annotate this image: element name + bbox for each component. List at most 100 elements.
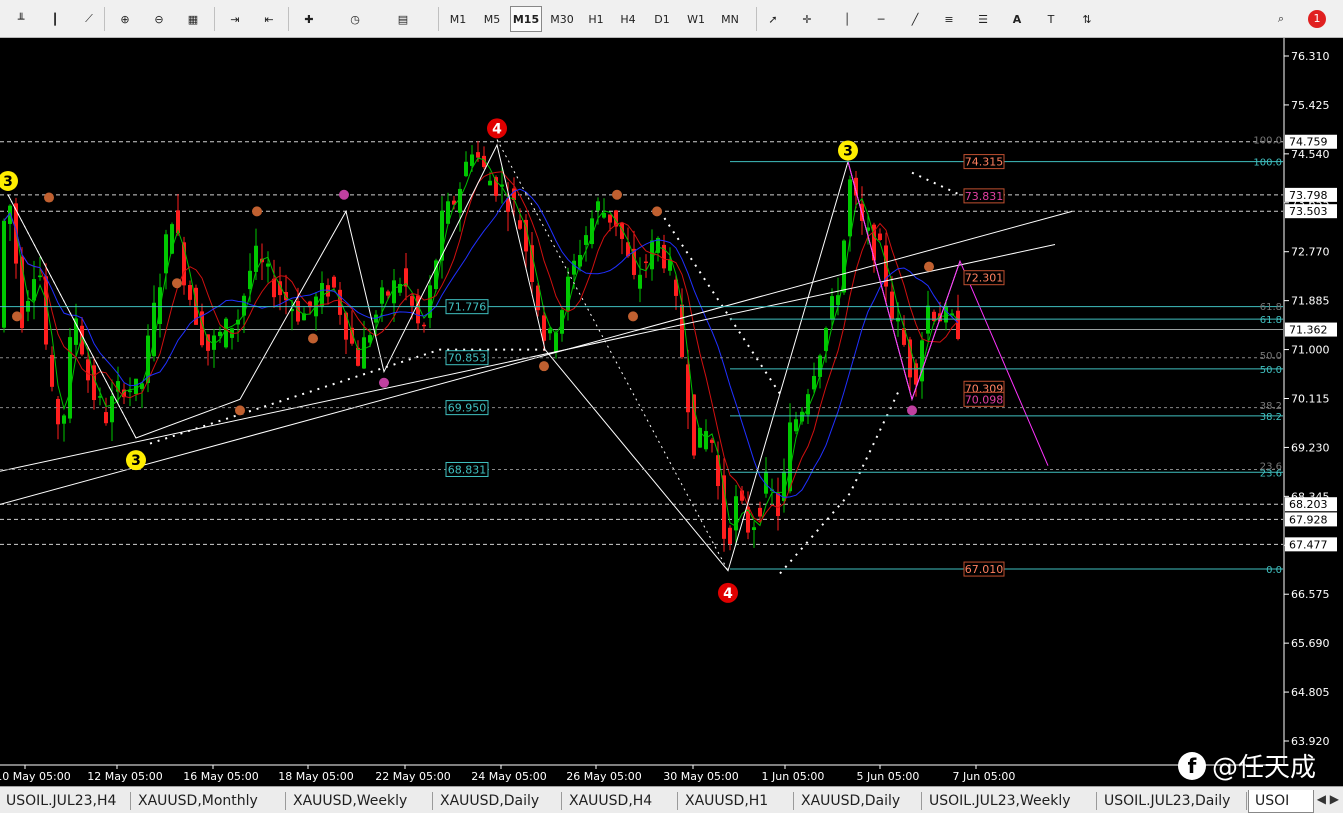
candle-body: [38, 275, 42, 278]
time-tick-label: 7 Jun 05:00: [953, 770, 1016, 783]
toolbar-separator: [214, 7, 215, 31]
chart-tab[interactable]: XAUUSD,Daily: [795, 790, 906, 812]
wave-count-label: 3: [843, 144, 853, 160]
chart-tab[interactable]: USOI: [1248, 790, 1314, 813]
search-icon[interactable]: ⌕: [1268, 6, 1294, 32]
candle-body: [704, 431, 708, 450]
wave-count-label: 4: [492, 121, 502, 137]
candle-body: [608, 214, 612, 223]
clock-icon[interactable]: ◷: [342, 6, 368, 32]
arrows-icon[interactable]: ⇅: [1074, 6, 1100, 32]
chart-tab[interactable]: USOIL.JUL23,Daily: [1098, 790, 1236, 812]
candle-body: [68, 337, 72, 419]
chart-tab[interactable]: XAUUSD,Monthly: [132, 790, 264, 812]
cursor-icon[interactable]: ➚: [760, 6, 786, 32]
candlestick-icon[interactable]: ┃: [42, 6, 68, 32]
price-chart[interactable]: 71.776 70.853 69.950 68.831 100.0 61.8 50.0 38.…: [0, 38, 1343, 786]
chart-tab[interactable]: XAUUSD,H1: [679, 790, 774, 812]
candle-body: [638, 274, 642, 289]
candle-body: [542, 315, 546, 341]
notification-icon[interactable]: 1: [1306, 6, 1328, 32]
price-tick-label: 71.000: [1291, 344, 1330, 357]
bar-chart-icon[interactable]: ╨: [8, 6, 34, 32]
text-tool-button[interactable]: A: [1004, 6, 1030, 32]
timeframe-m30-button[interactable]: M30: [546, 6, 578, 32]
chart-tab[interactable]: USOIL.JUL23,H4: [0, 790, 122, 812]
tab-scroll-arrows-icon[interactable]: ◀ ▶: [1317, 792, 1339, 806]
tile-windows-icon[interactable]: ▦: [180, 6, 206, 32]
timeframe-m5-button[interactable]: M5: [476, 6, 508, 32]
fib-level-label: 68.831: [448, 463, 487, 476]
timeframe-mn-button[interactable]: MN: [714, 6, 746, 32]
price-highlight-label: 67.477: [1289, 538, 1328, 551]
crosshair-icon[interactable]: ✛: [794, 6, 820, 32]
tab-separator: [432, 792, 433, 810]
timeframe-m1-button[interactable]: M1: [442, 6, 474, 32]
horizontal-line-icon[interactable]: ─: [868, 6, 894, 32]
fib-retracement-ghost-label: 100.0: [1253, 135, 1282, 146]
toolbar-separator: [756, 7, 757, 31]
price-tick-label: 74.540: [1291, 148, 1330, 161]
candle-body: [242, 295, 246, 316]
candle-body: [464, 161, 468, 177]
candle-body: [956, 310, 960, 339]
chart-tab[interactable]: XAUUSD,Weekly: [287, 790, 413, 812]
candle-body: [62, 415, 66, 424]
notification-badge: 1: [1308, 10, 1326, 28]
fibonacci-icon[interactable]: ≡: [936, 6, 962, 32]
wave-count-label: 3: [3, 174, 13, 190]
chart-tab[interactable]: XAUUSD,H4: [563, 790, 658, 812]
candle-body: [830, 296, 834, 319]
price-tick-label: 75.425: [1291, 99, 1330, 112]
candle-body: [692, 394, 696, 456]
candle-body: [878, 233, 882, 241]
candle-body: [398, 283, 402, 293]
fibonacci-channel-icon[interactable]: ☰: [970, 6, 996, 32]
target-price-label: 73.831: [965, 190, 1004, 203]
fib-retracement-label: 0.0: [1266, 565, 1282, 576]
timeframe-w1-button[interactable]: W1: [680, 6, 712, 32]
timeframe-h4-button[interactable]: H4: [612, 6, 644, 32]
wave-degree-dot: [379, 377, 389, 388]
candle-body: [800, 411, 804, 422]
time-tick-label: 22 May 05:00: [375, 770, 450, 783]
candle-body: [602, 212, 606, 218]
candle-body: [518, 220, 522, 229]
price-highlight-label: 68.203: [1289, 498, 1328, 511]
trendline-icon[interactable]: ╱: [902, 6, 928, 32]
time-tick-label: 24 May 05:00: [471, 770, 546, 783]
vertical-line-icon[interactable]: │: [834, 6, 860, 32]
chart-tab[interactable]: XAUUSD,Daily: [434, 790, 545, 812]
candle-body: [344, 312, 348, 340]
text-label-icon[interactable]: T: [1038, 6, 1064, 32]
autoscroll-icon[interactable]: ⇥: [222, 6, 248, 32]
candle-body: [332, 276, 336, 288]
new-indicator-icon[interactable]: ✚: [296, 6, 322, 32]
tab-separator: [793, 792, 794, 810]
time-tick-label: 30 May 05:00: [663, 770, 738, 783]
candle-body: [914, 363, 918, 385]
candle-body: [224, 318, 228, 348]
price-tick-label: 66.575: [1291, 588, 1330, 601]
line-chart-icon[interactable]: ⟋: [76, 6, 102, 32]
candle-body: [362, 337, 366, 369]
zoom-in-icon[interactable]: ⊕: [112, 6, 138, 32]
price-tick-label: 70.115: [1291, 393, 1330, 406]
candle-body: [134, 378, 138, 395]
fib-level-label: 69.950: [448, 402, 487, 415]
candle-body: [506, 198, 510, 212]
timeframe-m15-button[interactable]: M15: [510, 6, 542, 32]
tab-separator: [677, 792, 678, 810]
templates-icon[interactable]: ▤: [390, 6, 416, 32]
zoom-out-icon[interactable]: ⊖: [146, 6, 172, 32]
time-tick-label: 12 May 05:00: [87, 770, 162, 783]
toolbar: ╨ ┃ ⟋ ⊕ ⊖ ▦ ⇥ ⇤ ✚ ◷ ▤ M1 M5 M15 M30 H1 H4 D1 W1 MN ➚ ✛ │ ─ ╱ ≡ ☰ A T…: [0, 0, 1343, 38]
chart-tab[interactable]: USOIL.JUL23,Weekly: [923, 790, 1077, 812]
candle-body: [218, 331, 222, 337]
chart-shift-icon[interactable]: ⇤: [256, 6, 282, 32]
timeframe-h1-button[interactable]: H1: [580, 6, 612, 32]
timeframe-d1-button[interactable]: D1: [646, 6, 678, 32]
candle-body: [422, 324, 426, 327]
wave-degree-dot: [924, 261, 934, 272]
candle-body: [380, 287, 384, 304]
